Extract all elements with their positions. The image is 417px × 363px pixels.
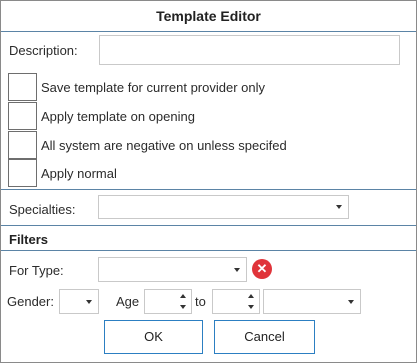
clear-circle-icon[interactable]: ✕ <box>252 259 272 279</box>
age-from-stepper[interactable] <box>144 289 192 314</box>
save-for-provider-label: Save template for current provider only <box>41 80 265 95</box>
options-divider <box>1 189 416 190</box>
chevron-down-icon <box>86 299 92 304</box>
specialties-label: Specialties: <box>9 202 76 217</box>
increment-arrow-icon[interactable] <box>180 294 186 298</box>
age-unit-select[interactable] <box>263 289 361 314</box>
apply-normal-checkbox[interactable] <box>8 159 37 187</box>
increment-arrow-icon[interactable] <box>248 294 254 298</box>
negative-unless-specified-label: All system are negative on unless specif… <box>41 138 287 153</box>
template-editor-dialog: Template Editor Description: Save templa… <box>0 0 417 363</box>
filters-divider <box>1 250 416 251</box>
gender-label: Gender: <box>7 294 54 309</box>
dialog-title: Template Editor <box>156 8 261 24</box>
apply-on-opening-label: Apply template on opening <box>41 109 195 124</box>
description-input[interactable] <box>99 35 400 65</box>
for-type-select[interactable] <box>98 257 247 282</box>
apply-normal-label: Apply normal <box>41 166 117 181</box>
for-type-label: For Type: <box>9 263 64 278</box>
age-label: Age <box>116 294 140 309</box>
age-to-stepper[interactable] <box>212 289 260 314</box>
chevron-down-icon <box>234 267 240 272</box>
negative-unless-specified-checkbox[interactable] <box>8 131 37 159</box>
gender-select[interactable] <box>59 289 99 314</box>
cancel-button[interactable]: Cancel <box>214 320 315 354</box>
title-divider <box>1 31 416 32</box>
age-to-label: to <box>195 294 206 309</box>
chevron-down-icon <box>336 205 342 209</box>
decrement-arrow-icon[interactable] <box>180 305 186 309</box>
filters-heading: Filters <box>9 232 49 247</box>
specialties-select[interactable] <box>98 195 349 219</box>
save-for-provider-checkbox[interactable] <box>8 73 37 101</box>
decrement-arrow-icon[interactable] <box>248 305 254 309</box>
specialties-divider <box>1 225 416 226</box>
ok-button[interactable]: OK <box>104 320 203 354</box>
chevron-down-icon <box>348 299 354 304</box>
description-label: Description: <box>9 43 78 58</box>
apply-on-opening-checkbox[interactable] <box>8 102 37 130</box>
